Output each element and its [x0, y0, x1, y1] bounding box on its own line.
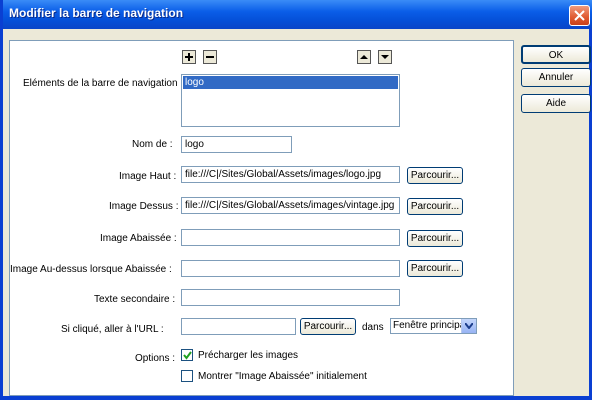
image-over-browse-button[interactable]: Parcourir...	[407, 198, 463, 215]
image-down-label: Image Abaissée :	[100, 233, 177, 244]
elements-label: Eléments de la barre de navigation :	[23, 78, 184, 89]
plus-icon	[185, 53, 193, 61]
target-select-arrow[interactable]	[461, 319, 476, 333]
checkmark-icon	[183, 351, 192, 360]
url-browse-button[interactable]: Parcourir...	[300, 318, 356, 335]
show-down-checkbox[interactable]	[181, 370, 193, 382]
elements-listbox[interactable]: logo	[181, 74, 400, 127]
ok-button[interactable]: OK	[521, 45, 591, 64]
image-down-browse-button[interactable]: Parcourir...	[407, 230, 463, 247]
image-over-down-input[interactable]	[181, 260, 400, 277]
up-arrow-icon	[360, 55, 368, 59]
move-down-button[interactable]	[378, 50, 392, 64]
down-arrow-icon	[381, 55, 389, 59]
list-item[interactable]: logo	[183, 76, 398, 89]
close-icon	[574, 10, 585, 21]
preload-label: Précharger les images	[198, 350, 299, 361]
window-title: Modifier la barre de navigation	[9, 6, 184, 20]
minus-icon	[206, 56, 214, 58]
image-up-input[interactable]: file:///C|/Sites/Global/Assets/images/lo…	[181, 166, 400, 183]
cancel-button[interactable]: Annuler	[521, 68, 591, 87]
alt-text-input[interactable]	[181, 289, 400, 306]
url-label: Si cliqué, aller à l'URL :	[61, 324, 164, 335]
image-down-input[interactable]	[181, 229, 400, 246]
options-label: Options :	[135, 353, 176, 364]
image-over-input[interactable]: file:///C|/Sites/Global/Assets/images/vi…	[181, 197, 400, 214]
title-bar[interactable]: Modifier la barre de navigation	[3, 0, 592, 29]
image-over-down-label: Image Au-dessus lorsque Abaissée :	[10, 264, 172, 275]
move-up-button[interactable]	[357, 50, 371, 64]
alt-text-label: Texte secondaire :	[94, 294, 176, 305]
image-up-browse-button[interactable]: Parcourir...	[407, 167, 463, 184]
dialog-window: Modifier la barre de navigation Eléments…	[0, 0, 592, 400]
remove-item-button[interactable]	[203, 50, 217, 64]
preload-checkbox[interactable]	[181, 349, 193, 361]
image-up-label: Image Haut :	[119, 171, 177, 182]
show-down-label: Montrer "Image Abaissée" initialement	[198, 371, 367, 382]
dropdown-arrow-icon	[465, 323, 473, 329]
image-over-down-browse-button[interactable]: Parcourir...	[407, 260, 463, 277]
help-button[interactable]: Aide	[521, 94, 591, 113]
url-input[interactable]	[181, 318, 296, 335]
in-label: dans	[362, 322, 384, 333]
name-input[interactable]: logo	[181, 136, 292, 153]
add-item-button[interactable]	[182, 50, 196, 64]
close-button[interactable]	[569, 5, 590, 26]
name-label: Nom de :	[132, 139, 173, 150]
image-over-label: Image Dessus :	[109, 201, 179, 212]
target-select[interactable]: Fenêtre principale	[390, 318, 477, 334]
